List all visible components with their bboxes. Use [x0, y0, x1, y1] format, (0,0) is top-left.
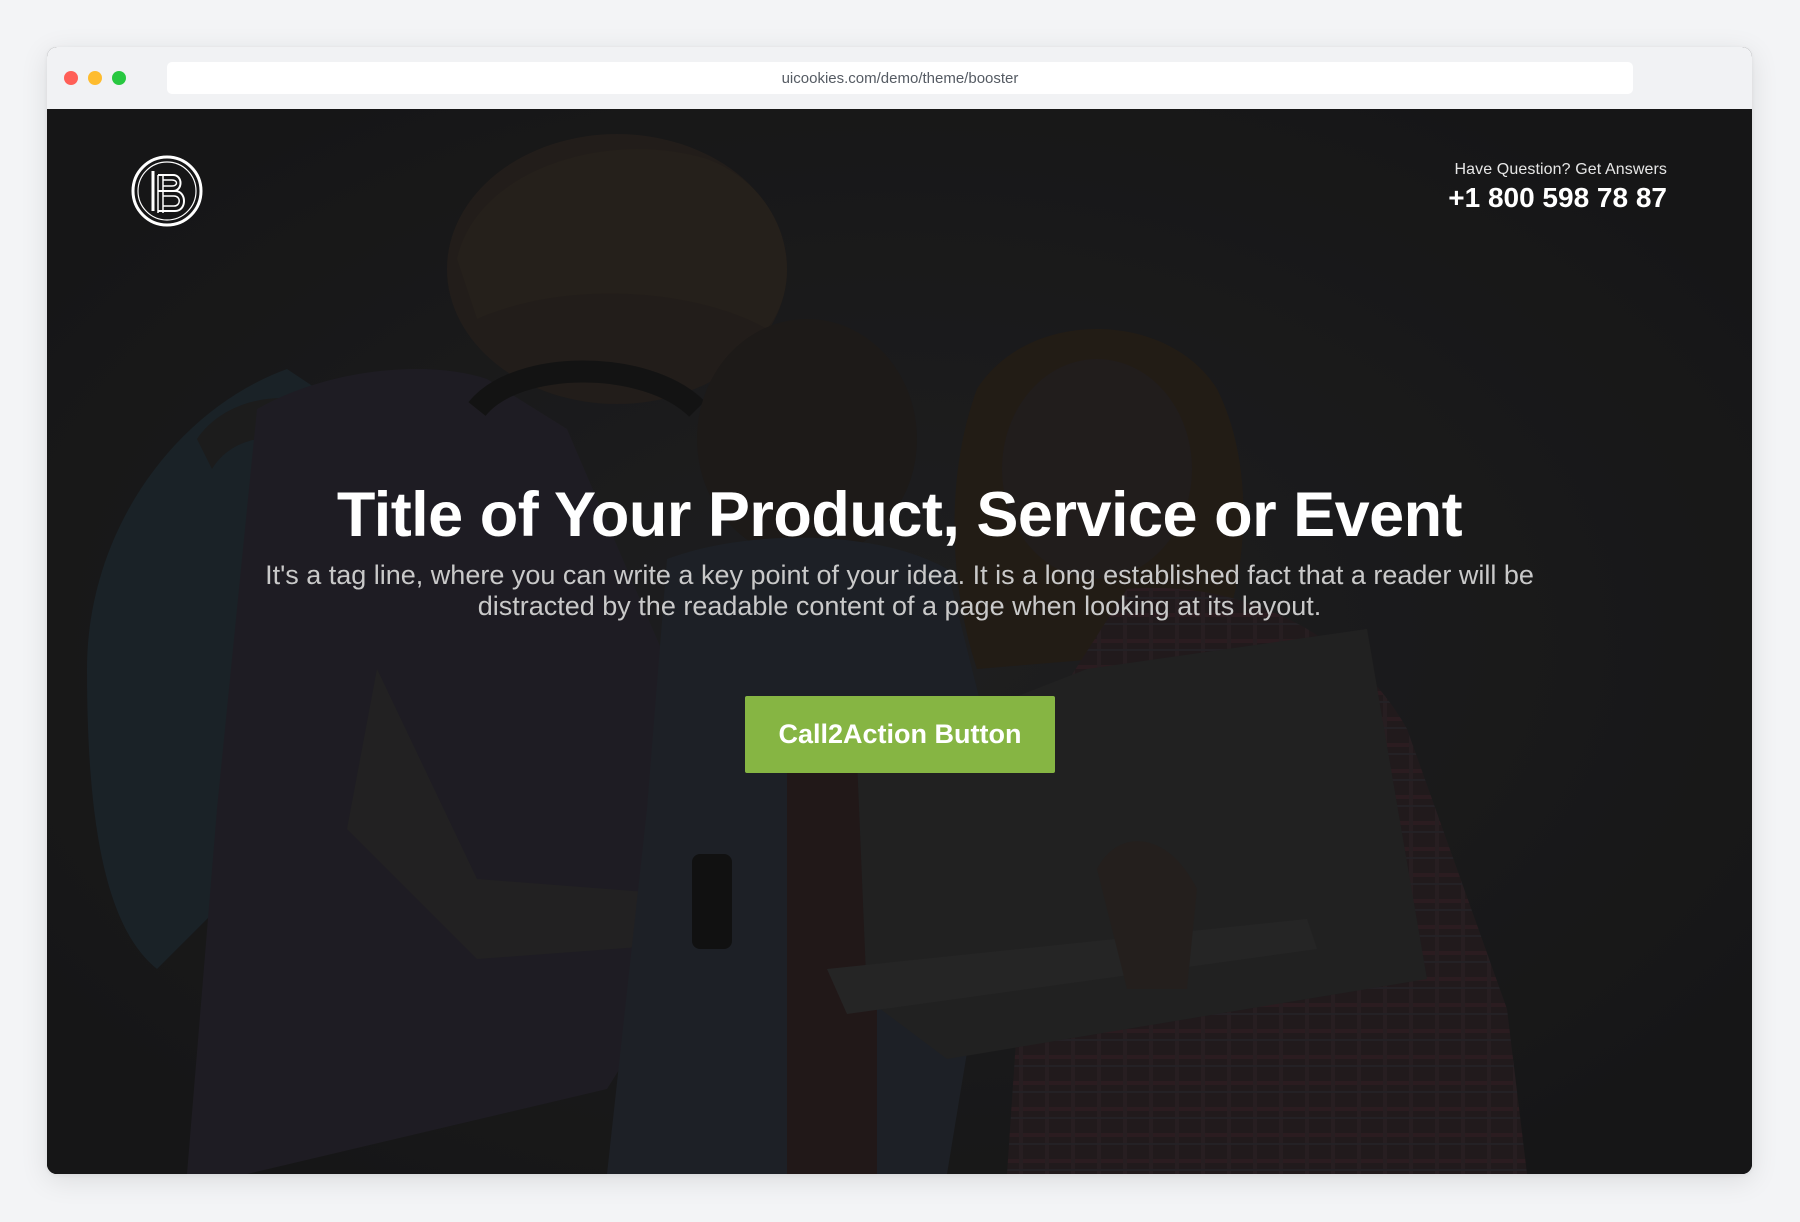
- maximize-window-button[interactable]: [112, 71, 126, 85]
- hero-title: Title of Your Product, Service or Event: [336, 480, 1463, 550]
- call-to-action-button[interactable]: Call2Action Button: [745, 696, 1055, 773]
- browser-window: uicookies.com/demo/theme/booster Have Qu…: [47, 47, 1752, 1174]
- browser-toolbar: uicookies.com/demo/theme/booster: [47, 47, 1752, 110]
- hero-tagline: It's a tag line, where you can write a k…: [265, 560, 1534, 621]
- hero-section: Have Question? Get Answers +1 800 598 78…: [47, 109, 1752, 1174]
- b-monogram-logo-icon[interactable]: [131, 155, 203, 227]
- address-bar-url: uicookies.com/demo/theme/booster: [781, 69, 1019, 87]
- minimize-window-button[interactable]: [88, 71, 102, 85]
- contact-phone-number[interactable]: +1 800 598 78 87: [1448, 182, 1667, 214]
- contact-question-label: Have Question? Get Answers: [1454, 161, 1667, 178]
- address-bar[interactable]: uicookies.com/demo/theme/booster: [167, 62, 1633, 94]
- hero-background-photo: [47, 109, 1752, 1174]
- close-window-button[interactable]: [64, 71, 78, 85]
- contact-info: Have Question? Get Answers +1 800 598 78…: [1448, 161, 1667, 214]
